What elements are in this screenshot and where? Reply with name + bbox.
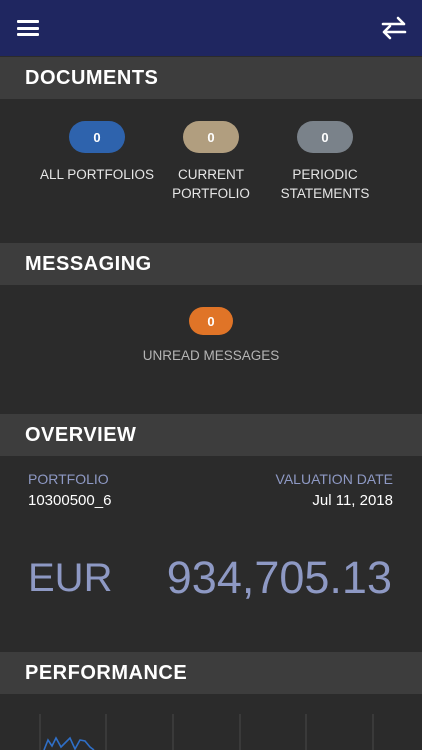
messaging-section: 0 UNREAD MESSAGES bbox=[0, 285, 422, 413]
periodic-statements-label[interactable]: PERIODIC STATEMENTS bbox=[255, 165, 395, 203]
portfolio-value[interactable]: 10300500_6 bbox=[28, 492, 111, 509]
portfolio-label: PORTFOLIO bbox=[28, 471, 109, 487]
hamburger-icon[interactable] bbox=[17, 20, 39, 36]
current-portfolio-count-badge[interactable]: 0 bbox=[183, 121, 239, 153]
valuation-date-label: VALUATION DATE bbox=[275, 471, 393, 487]
documents-header: DOCUMENTS bbox=[0, 57, 422, 99]
all-portfolios-count-badge[interactable]: 0 bbox=[69, 121, 125, 153]
swap-arrows-icon[interactable] bbox=[380, 15, 408, 41]
valuation-date-value: Jul 11, 2018 bbox=[312, 492, 393, 509]
performance-line bbox=[43, 736, 95, 750]
unread-messages-count-badge[interactable]: 0 bbox=[189, 307, 233, 335]
documents-title: DOCUMENTS bbox=[25, 67, 159, 89]
unread-messages-label[interactable]: UNREAD MESSAGES bbox=[141, 346, 281, 365]
top-bar bbox=[0, 0, 422, 56]
performance-chart[interactable] bbox=[0, 694, 422, 750]
currency-code: EUR bbox=[28, 556, 113, 600]
performance-header: PERFORMANCE bbox=[0, 652, 422, 694]
periodic-statements-count-badge[interactable]: 0 bbox=[297, 121, 353, 153]
overview-title: OVERVIEW bbox=[25, 424, 137, 446]
performance-title: PERFORMANCE bbox=[25, 662, 188, 684]
overview-header: OVERVIEW bbox=[0, 414, 422, 456]
messaging-title: MESSAGING bbox=[25, 253, 152, 275]
portfolio-amount: 934,705.13 bbox=[166, 552, 392, 603]
messaging-header: MESSAGING bbox=[0, 243, 422, 285]
documents-section: 0 ALL PORTFOLIOS 0 CURRENT PORTFOLIO 0 P… bbox=[0, 99, 422, 243]
